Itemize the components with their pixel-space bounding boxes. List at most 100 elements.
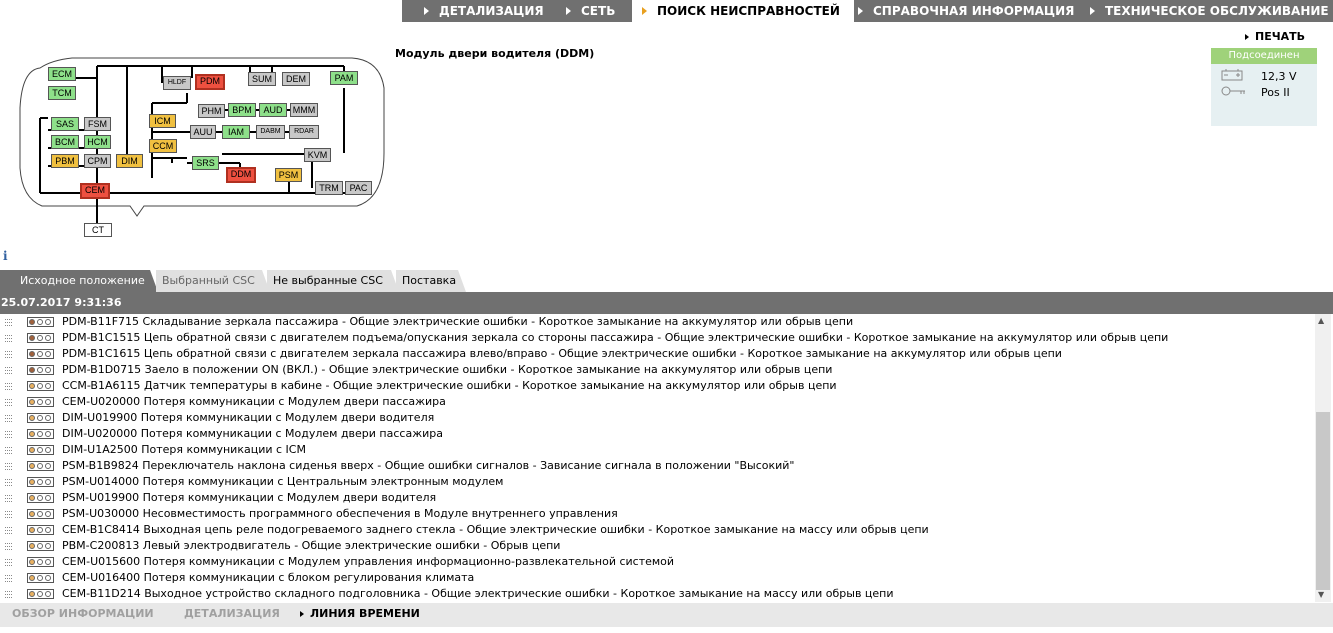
status-led-icon — [29, 431, 35, 437]
status-indicator — [27, 493, 54, 503]
drag-handle-icon[interactable] — [5, 511, 12, 518]
drag-handle-icon[interactable] — [5, 367, 12, 374]
dtc-row[interactable]: DIM-U1A2500 Потеря коммуникации с ICM — [0, 442, 1315, 458]
dtc-row[interactable]: PSM-B1B9824 Переключатель наклона сидень… — [0, 458, 1315, 474]
drag-handle-icon[interactable] — [5, 559, 12, 566]
dtc-row[interactable]: PSM-U014000 Потеря коммуникации с Центра… — [0, 474, 1315, 490]
node-cem[interactable]: CEM — [80, 183, 110, 199]
dtc-row[interactable]: CEM-B11D214 Выходное устройство складног… — [0, 586, 1315, 602]
status-led-icon — [37, 447, 43, 453]
dtc-row[interactable]: CEM-B1C8414 Выходная цепь реле подогрева… — [0, 522, 1315, 538]
drag-handle-icon[interactable] — [5, 543, 12, 550]
drag-handle-icon[interactable] — [5, 591, 12, 598]
node-bpm[interactable]: BPM — [228, 103, 256, 117]
dtc-text: PSM-U030000 Несовместимость программного… — [62, 507, 618, 520]
dtc-row[interactable]: PDM-B11F715 Складывание зеркала пассажир… — [0, 314, 1315, 330]
node-pbm[interactable]: PBM — [51, 154, 79, 168]
node-ccm[interactable]: CCM — [149, 139, 177, 153]
status-led-icon — [37, 335, 43, 341]
dtc-row[interactable]: PDM-B1C1615 Цепь обратной связи с двигат… — [0, 346, 1315, 362]
drag-handle-icon[interactable] — [5, 479, 12, 486]
drag-handle-icon[interactable] — [5, 351, 12, 358]
nav-details[interactable]: ДЕТАЛИЗАЦИЯ — [424, 0, 544, 22]
dtc-row[interactable]: DIM-U020000 Потеря коммуникации с Модуле… — [0, 426, 1315, 442]
node-psm[interactable]: PSM — [275, 168, 302, 182]
tab-delivery[interactable]: Поставка — [396, 270, 466, 292]
status-led-icon — [37, 575, 43, 581]
node-hcm[interactable]: HCM — [84, 135, 111, 149]
status-led-icon — [37, 511, 43, 517]
drag-handle-icon[interactable] — [5, 431, 12, 438]
scroll-thumb[interactable] — [1316, 412, 1330, 590]
node-icm[interactable]: ICM — [149, 114, 176, 128]
node-phm[interactable]: PHM — [198, 104, 225, 118]
dtc-row[interactable]: PDM-B1C1515 Цепь обратной связи с двигат… — [0, 330, 1315, 346]
tab-initial[interactable]: Исходное положение — [0, 270, 158, 292]
drag-handle-icon[interactable] — [5, 447, 12, 454]
nav-reference[interactable]: СПРАВОЧНАЯ ИНФОРМАЦИЯ — [858, 0, 1074, 22]
dtc-row[interactable]: PDM-B1D0715 Заело в положении ON (ВКЛ.) … — [0, 362, 1315, 378]
drag-handle-icon[interactable] — [5, 527, 12, 534]
bottom-nav-overview[interactable]: ОБЗОР ИНФОРМАЦИИ — [12, 603, 154, 625]
scroll-up-icon[interactable]: ▲ — [1318, 316, 1324, 325]
node-rdar[interactable]: RDAR — [289, 125, 319, 139]
node-tcm[interactable]: TCM — [48, 86, 76, 100]
tab-selected-csc[interactable]: Выбранный CSC — [156, 270, 270, 292]
drag-handle-icon[interactable] — [5, 399, 12, 406]
node-auu[interactable]: AUU — [190, 125, 216, 139]
node-dem[interactable]: DEM — [282, 72, 310, 86]
dtc-row[interactable]: CEM-U016400 Потеря коммуникации с блоком… — [0, 570, 1315, 586]
dtc-row[interactable]: PBM-C200813 Левый электродвигатель - Общ… — [0, 538, 1315, 554]
status-led-icon — [45, 335, 51, 341]
nav-troubleshooting[interactable]: ПОИСК НЕИСПРАВНОСТЕЙ — [632, 0, 854, 22]
drag-handle-icon[interactable] — [5, 495, 12, 502]
print-button[interactable]: ПЕЧАТЬ — [1245, 30, 1305, 43]
node-bcm[interactable]: BCM — [51, 135, 79, 149]
node-pam[interactable]: PAM — [330, 71, 358, 85]
drag-handle-icon[interactable] — [5, 383, 12, 390]
nav-network[interactable]: СЕТЬ — [566, 0, 615, 22]
tab-unselected-csc[interactable]: Не выбранные CSC — [267, 270, 399, 292]
module-title: Модуль двери водителя (DDM) — [395, 47, 595, 60]
drag-handle-icon[interactable] — [5, 415, 12, 422]
drag-handle-icon[interactable] — [5, 335, 12, 342]
node-ddm[interactable]: DDM — [226, 167, 256, 183]
node-ct[interactable]: CT — [84, 223, 112, 237]
scroll-down-icon[interactable]: ▼ — [1318, 590, 1324, 599]
node-hldf[interactable]: HLDF — [163, 76, 191, 90]
node-aud[interactable]: AUD — [259, 103, 287, 117]
node-mmm[interactable]: MMM — [290, 103, 318, 117]
arrow-right-icon — [566, 7, 571, 15]
status-indicator — [27, 557, 54, 567]
bottom-nav-timeline[interactable]: ЛИНИЯ ВРЕМЕНИ — [300, 603, 420, 625]
node-pdm[interactable]: PDM — [195, 74, 225, 90]
drag-handle-icon[interactable] — [5, 575, 12, 582]
node-sas[interactable]: SAS — [51, 117, 79, 131]
info-icon[interactable]: i — [3, 249, 17, 263]
bottom-nav-details[interactable]: ДЕТАЛИЗАЦИЯ — [184, 603, 280, 625]
node-iam[interactable]: IAM — [222, 125, 250, 139]
drag-handle-icon[interactable] — [5, 319, 12, 326]
status-indicator — [27, 509, 54, 519]
dtc-row[interactable]: PSM-U019900 Потеря коммуникации с Модуле… — [0, 490, 1315, 506]
nav-maintenance[interactable]: ТЕХНИЧЕСКОЕ ОБСЛУЖИВАНИЕ — [1090, 0, 1329, 22]
dtc-row[interactable]: CEM-U015600 Потеря коммуникации с Модуле… — [0, 554, 1315, 570]
node-trm[interactable]: TRM — [315, 181, 343, 195]
node-sum[interactable]: SUM — [248, 72, 276, 86]
dtc-row[interactable]: CEM-U020000 Потеря коммуникации с Модуле… — [0, 394, 1315, 410]
status-led-icon — [45, 447, 51, 453]
dtc-row[interactable]: CCM-B1A6115 Датчик температуры в кабине … — [0, 378, 1315, 394]
status-led-icon — [37, 367, 43, 373]
node-pac[interactable]: PAC — [345, 181, 372, 195]
node-cpm[interactable]: CPM — [84, 154, 111, 168]
node-fsm[interactable]: FSM — [84, 117, 111, 131]
dtc-row[interactable]: PSM-U030000 Несовместимость программного… — [0, 506, 1315, 522]
node-dabm[interactable]: DABM — [256, 125, 285, 139]
dtc-row[interactable]: DIM-U019900 Потеря коммуникации с Модуле… — [0, 410, 1315, 426]
drag-handle-icon[interactable] — [5, 463, 12, 470]
node-dim[interactable]: DIM — [116, 154, 143, 168]
node-ecm[interactable]: ECM — [48, 67, 76, 81]
node-kvm[interactable]: KVM — [304, 148, 331, 162]
list-scrollbar[interactable]: ▲ ▼ — [1315, 314, 1331, 602]
node-srs[interactable]: SRS — [192, 156, 219, 170]
